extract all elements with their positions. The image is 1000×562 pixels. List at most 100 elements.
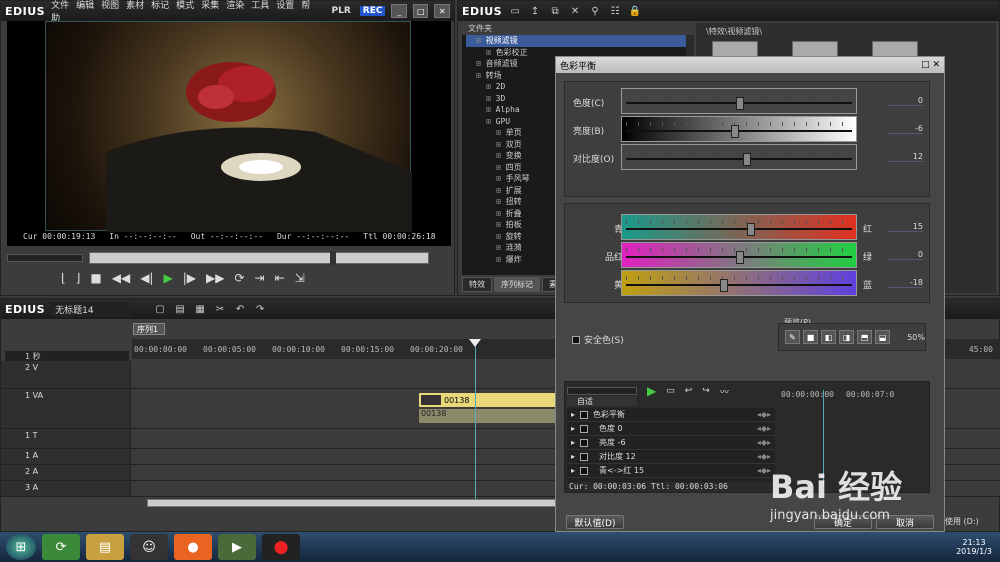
kf-prev-icon[interactable]: ↩ [685,386,693,396]
explorer-icon[interactable]: ▤ [86,534,124,560]
tree-expand-icon[interactable]: ⊞ [486,94,496,103]
slider-value[interactable]: 0 [887,250,923,260]
plr-label[interactable]: PLR [329,6,354,16]
playback-scrubber[interactable] [89,251,429,265]
timeline-scale[interactable]: 1 秒 [5,351,129,361]
tree-expand-icon[interactable]: ⊞ [496,220,506,229]
bin-tab[interactable]: 序列标记 [494,277,540,292]
adjust-slider[interactable] [621,242,857,268]
timeline-hscroll[interactable] [147,499,557,507]
kf-check-icon[interactable] [580,424,589,433]
rec-label[interactable]: REC [359,6,386,16]
clock[interactable]: 21:13 2019/1/3 [956,538,992,556]
kf-nav-icon[interactable]: ◂◆▸ [757,438,771,447]
tree-expand-icon[interactable]: ⊞ [486,48,496,57]
tree-expand-icon[interactable]: ⊞ [496,163,506,172]
kf-expand-icon[interactable]: ▸ [571,466,575,475]
minimize-icon[interactable]: _ [391,4,407,18]
menu-item[interactable]: 渲染 [226,1,244,11]
menu-item[interactable]: 标记 [151,1,169,11]
kf-nav-icon[interactable]: ◂◆▸ [757,466,771,475]
stop-icon[interactable]: ■ [90,271,101,285]
slider-value[interactable]: -6 [887,124,923,134]
tree-expand-icon[interactable]: ⊞ [476,36,486,45]
menu-item[interactable]: 模式 [176,1,194,11]
track-header[interactable]: 2 V [1,361,131,388]
tree-expand-icon[interactable]: ⊞ [496,186,506,195]
delete-icon[interactable]: ✕ [568,4,582,18]
bin-tab[interactable]: 特效 [462,277,492,292]
cut-icon[interactable]: ✂ [213,302,227,316]
slider-thumb[interactable] [736,251,744,264]
kf-expand-icon[interactable]: ▸ [571,438,575,447]
adjust-slider[interactable] [621,88,857,114]
undo-icon[interactable]: ↶ [233,302,247,316]
play-icon[interactable]: ▶ [163,271,172,285]
track-header[interactable]: 2 A [1,465,131,480]
tree-item[interactable]: ⊞ 视频滤镜 [466,35,690,47]
safe-color-checkbox[interactable]: 安全色(S) [572,333,624,346]
preview-top-icon[interactable]: ⬒ [857,330,873,344]
insert-icon[interactable]: ⇥ [255,271,265,285]
preview-pen-icon[interactable]: ✎ [785,330,801,344]
dialog-close-icon[interactable]: ✕ [932,60,940,70]
menu-item[interactable]: 文件 [51,1,69,11]
tree-expand-icon[interactable]: ⊞ [496,255,506,264]
step-forward-icon[interactable]: |▶ [183,271,196,285]
tree-expand-icon[interactable]: ⊞ [496,209,506,218]
start-button-icon[interactable]: ⊞ [6,534,36,560]
kf-play-icon[interactable]: ▶ [647,384,656,398]
tree-expand-icon[interactable]: ⊞ [496,140,506,149]
kf-check-icon[interactable] [580,410,589,419]
overwrite-icon[interactable]: ⇤ [275,271,285,285]
preview-right-icon[interactable]: ◨ [839,330,855,344]
step-back-icon[interactable]: ◀| [140,271,153,285]
kf-comment-icon[interactable]: ▭ [666,386,675,396]
copy-icon[interactable]: ⧉ [548,4,562,18]
up-icon[interactable]: ↥ [528,4,542,18]
save-icon[interactable]: ▦ [193,302,207,316]
slider-value[interactable]: 0 [887,96,923,106]
qq-icon[interactable]: ☺ [130,534,168,560]
preview-left-icon[interactable]: ◧ [821,330,837,344]
kf-check-icon[interactable] [580,452,589,461]
kf-row[interactable]: ▸ 对比度 12 ◂◆▸ [567,450,775,464]
app360-icon[interactable]: ⟳ [42,534,80,560]
tree-expand-icon[interactable]: ⊞ [496,151,506,160]
adjust-slider[interactable] [621,214,857,240]
kf-nav-icon[interactable]: ◂◆▸ [757,424,771,433]
shuttle-slider[interactable] [7,254,83,262]
preview-bottom-icon[interactable]: ⬓ [875,330,891,344]
kf-nav-icon[interactable]: ◂◆▸ [757,410,771,419]
kf-expand-icon[interactable]: ▸ [571,424,575,433]
dialog-maximize-icon[interactable]: □ [921,60,930,70]
view-icon[interactable]: ☷ [608,4,622,18]
kf-zoom-slider[interactable] [567,387,637,395]
maximize-icon[interactable]: □ [412,4,429,18]
slider-thumb[interactable] [731,125,740,138]
kf-expand-icon[interactable]: ▸ [571,452,575,461]
edius-taskbar-icon[interactable]: ▶ [218,534,256,560]
rewind-icon[interactable]: ◀◀ [112,271,130,285]
menu-item[interactable]: 素材 [126,1,144,11]
set-out-icon[interactable]: ⌋ [76,271,81,285]
adjust-slider[interactable] [621,144,857,170]
track-header[interactable]: 1 A [1,449,131,464]
tree-expand-icon[interactable]: ⊞ [496,174,506,183]
adjust-slider[interactable] [621,116,857,142]
track-header[interactable]: 3 A [1,481,131,496]
slider-thumb[interactable] [742,153,751,166]
default-button[interactable]: 默认值(D) [566,515,624,529]
new-icon[interactable]: ▢ [153,302,167,316]
kf-ruler[interactable]: 00:00:00:00 00:00:07:0 [779,382,929,402]
menu-item[interactable]: 工具 [251,1,269,11]
kf-check-icon[interactable] [580,466,589,475]
tree-expand-icon[interactable]: ⊞ [486,117,496,126]
slider-value[interactable]: 15 [887,222,923,232]
tree-expand-icon[interactable]: ⊞ [496,243,506,252]
timeline-clip[interactable]: 00138 [419,393,559,407]
playhead-line[interactable] [475,343,476,503]
menu-item[interactable]: 编辑 [76,1,94,11]
tree-expand-icon[interactable]: ⊞ [476,71,486,80]
playhead-marker-icon[interactable] [469,339,481,347]
